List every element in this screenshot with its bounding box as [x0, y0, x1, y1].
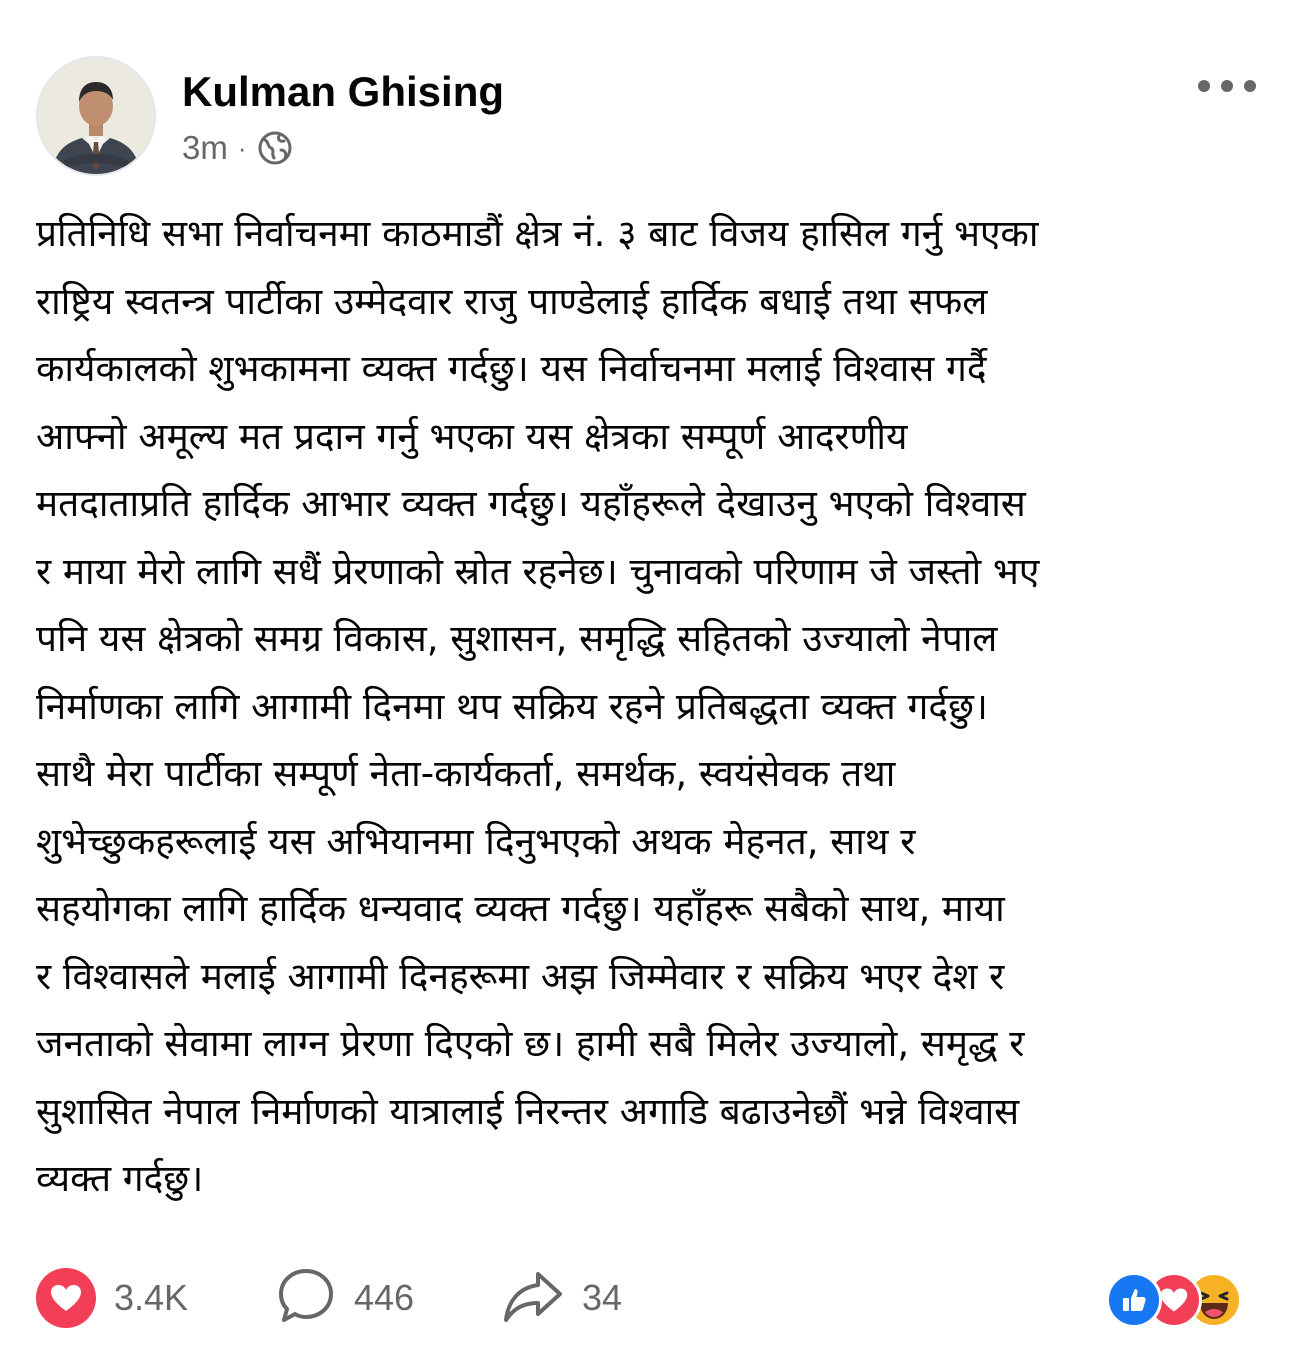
reactions-summary[interactable] [1106, 1272, 1256, 1328]
more-dot [1198, 80, 1210, 92]
heart-icon [36, 1268, 96, 1328]
like-reaction-icon [1106, 1272, 1162, 1328]
post-body-line: निर्माणका लागि आगामी दिनमा थप सक्रिय रहन… [36, 684, 988, 728]
post-time[interactable]: 3m [182, 129, 228, 167]
author-photo [38, 58, 154, 174]
post-body-line: जनताको सेवामा लाग्न प्रेरणा दिएको छ। हाम… [36, 1022, 1025, 1065]
post-body-line: कार्यकालको शुभकामना व्यक्त गर्दछु। यस नि… [36, 347, 987, 390]
facebook-post: Kulman Ghising 3m · प्रतिनिधि सभा निर्वा… [0, 0, 1290, 1364]
globe-icon[interactable] [257, 130, 293, 166]
post-body-line: साथै मेरा पार्टीका सम्पूर्ण नेता-कार्यकर… [36, 752, 896, 795]
like-button[interactable]: 3.4K [36, 1262, 188, 1334]
like-count: 3.4K [114, 1277, 189, 1318]
more-dot [1244, 80, 1256, 92]
post-body-line: प्रतिनिधि सभा निर्वाचनमा काठमाडौं क्षेत्… [36, 212, 1039, 255]
post-body-line: मतदाताप्रति हार्दिक आभार व्यक्त गर्दछु। … [36, 482, 1026, 525]
post-body-line: सहयोगका लागि हार्दिक धन्यवाद व्यक्त गर्द… [36, 887, 1005, 930]
more-options-icon[interactable] [1198, 74, 1256, 98]
post-body-line: आफ्नो अमूल्य मत प्रदान गर्नु भएका यस क्ष… [36, 414, 908, 458]
author-name[interactable]: Kulman Ghising [182, 66, 504, 118]
post-header: Kulman Ghising 3m · [36, 56, 1256, 176]
post-meta: 3m · [182, 128, 293, 168]
author-avatar[interactable] [36, 56, 156, 176]
post-body: प्रतिनिधि सभा निर्वाचनमा काठमाडौं क्षेत्… [36, 200, 1256, 1213]
comment-button[interactable]: 446 [276, 1262, 414, 1334]
post-body-line: सुशासित नेपाल निर्माणको यात्रालाई निरन्त… [36, 1089, 1020, 1133]
comment-count: 446 [354, 1277, 415, 1318]
post-footer: 3.4K 446 34 [36, 1262, 1256, 1334]
more-dot [1221, 80, 1233, 92]
comment-icon [276, 1266, 336, 1330]
share-icon [502, 1268, 564, 1328]
post-body-line: र माया मेरो लागि सधैं प्रेरणाको स्रोत रह… [36, 549, 1040, 593]
post-body-line: शुभेच्छुकहरूलाई यस अभियानमा दिनुभएको अथक… [36, 819, 916, 863]
share-count: 34 [582, 1277, 623, 1318]
share-button[interactable]: 34 [502, 1262, 622, 1334]
post-body-line: व्यक्त गर्दछु। [36, 1157, 204, 1200]
post-body-line: राष्ट्रिय स्वतन्त्र पार्टीका उम्मेदवार र… [36, 279, 988, 323]
post-body-line: पनि यस क्षेत्रको समग्र विकास, सुशासन, सम… [36, 617, 998, 660]
meta-separator: · [237, 132, 247, 163]
post-body-line: र विश्वासले मलाई आगामी दिनहरूमा अझ जिम्म… [36, 954, 1005, 998]
